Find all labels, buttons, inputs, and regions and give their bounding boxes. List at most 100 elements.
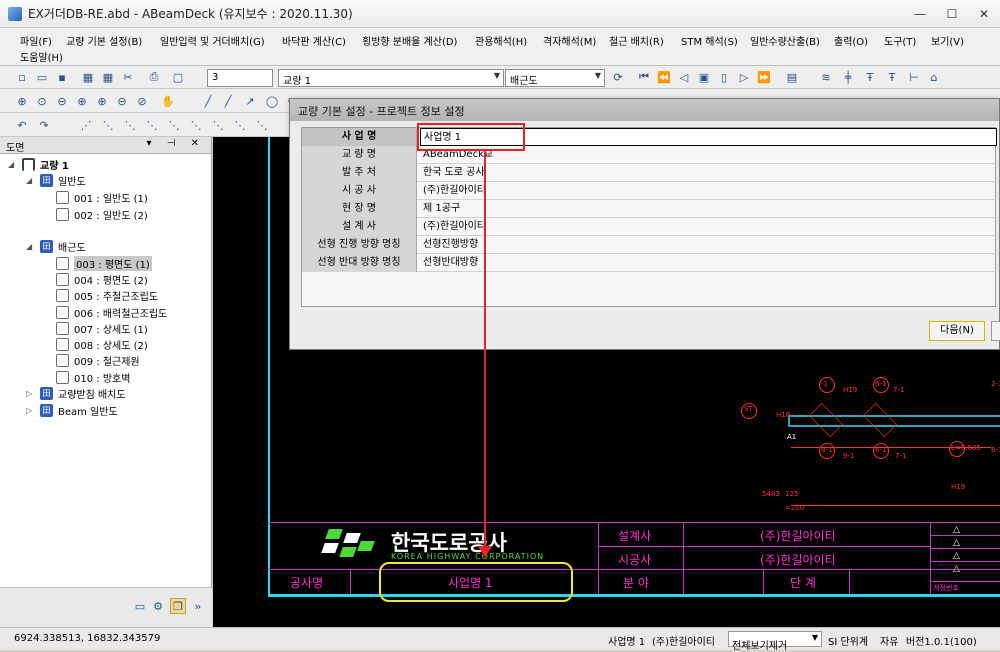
- reverse-direction-cell[interactable]: 선형반대방향: [420, 254, 478, 272]
- tree-node[interactable]: ◢ 田 배근도: [26, 239, 86, 254]
- menu-file[interactable]: 파일(F): [20, 33, 52, 48]
- circle-icon[interactable]: ◯: [264, 93, 280, 109]
- designer-cell[interactable]: (주)한길아이티: [420, 218, 486, 236]
- next-fast-icon[interactable]: ⏩: [756, 69, 772, 85]
- bridge-combo[interactable]: 교량 1 ▼: [278, 69, 504, 87]
- maximize-icon[interactable]: ☐: [936, 0, 968, 28]
- erase-icon[interactable]: ⌂: [926, 69, 942, 85]
- menu-quantity[interactable]: 일반수량산출(B): [750, 33, 820, 48]
- arrow-icon[interactable]: ↗: [242, 93, 258, 109]
- tree-node[interactable]: 007 : 상세도 (1): [56, 321, 148, 336]
- zoom-extents-icon[interactable]: ⊙: [34, 93, 50, 109]
- close-icon[interactable]: ✕: [968, 0, 1000, 28]
- tree-node[interactable]: 005 : 주철근조립도: [56, 288, 158, 303]
- tree-node-selected[interactable]: 003 : 평면도 (1): [56, 256, 152, 271]
- snap5-icon[interactable]: ⋱: [166, 117, 182, 133]
- print-icon[interactable]: ⎙: [146, 69, 162, 85]
- menu-bridge-basic[interactable]: 교량 기본 설정(B): [66, 33, 142, 48]
- undo-icon[interactable]: ↶: [14, 117, 30, 133]
- next-icon[interactable]: ▷: [736, 69, 752, 85]
- snap2-icon[interactable]: ⋱: [100, 117, 116, 133]
- line-icon[interactable]: ╱: [200, 93, 216, 109]
- forward-direction-cell[interactable]: 선형진행방향: [420, 236, 478, 254]
- menu-output[interactable]: 출력(O): [834, 33, 868, 48]
- panel-controls[interactable]: ▾ ⊣ ✕: [147, 138, 205, 149]
- folder-open-icon[interactable]: ▭: [132, 598, 148, 614]
- snap7-icon[interactable]: ⋱: [210, 117, 226, 133]
- layers-icon[interactable]: ≋: [818, 69, 834, 85]
- new-icon[interactable]: ▫: [14, 69, 30, 85]
- tree-node[interactable]: ◢ 교량 1: [8, 157, 69, 172]
- layout-icon[interactable]: ▤: [784, 69, 800, 85]
- collapse-icon[interactable]: ◢: [8, 160, 18, 169]
- first-icon[interactable]: ⏮: [636, 69, 652, 85]
- number-field[interactable]: 3: [207, 69, 273, 87]
- snap9-icon[interactable]: ⋱: [254, 117, 270, 133]
- client-cell[interactable]: 한국 도로 공사: [420, 164, 485, 182]
- zoom-realtime-icon[interactable]: ⊘: [134, 93, 150, 109]
- menu-deck-calc[interactable]: 바닥판 계산(C): [282, 33, 346, 48]
- zoom-prev-icon[interactable]: ⊖: [54, 93, 70, 109]
- redo-icon[interactable]: ↷: [36, 117, 52, 133]
- format-icon[interactable]: Ŧ: [884, 69, 900, 85]
- more-icon[interactable]: »: [190, 598, 206, 614]
- export-icon[interactable]: ▦: [80, 69, 96, 85]
- tool-icon[interactable]: ⚙: [150, 598, 166, 614]
- snap3-icon[interactable]: ⋱: [122, 117, 138, 133]
- tree-node[interactable]: ▷ 田 Beam 일반도: [26, 403, 118, 418]
- zoom-in-icon[interactable]: ⊕: [74, 93, 90, 109]
- tree-node[interactable]: ▷ 田 교량받침 배치도: [26, 386, 126, 401]
- tree-node[interactable]: 001 : 일반도 (1): [56, 190, 148, 205]
- collapse-icon[interactable]: ◢: [26, 176, 36, 185]
- save-icon[interactable]: ▪: [54, 69, 70, 85]
- secondary-button[interactable]: [991, 321, 1000, 341]
- polyline-icon[interactable]: ╱: [220, 93, 236, 109]
- menu-grid-analysis[interactable]: 격자해석(M): [543, 33, 596, 48]
- menu-tools[interactable]: 도구(T): [884, 33, 916, 48]
- snap4-icon[interactable]: ⋱: [144, 117, 160, 133]
- site-cell[interactable]: 제 1공구: [420, 200, 460, 218]
- menu-conventional[interactable]: 관용해석(H): [475, 33, 527, 48]
- zoom-out-icon[interactable]: ⊖: [114, 93, 130, 109]
- menu-rebar[interactable]: 철근 배치(R): [609, 33, 664, 48]
- zoom-window-icon[interactable]: ⊕: [14, 93, 30, 109]
- builder-cell[interactable]: (주)한길아이티: [420, 182, 486, 200]
- cut-icon[interactable]: ✂: [120, 69, 136, 85]
- menu-general-input[interactable]: 일반입력 및 거더배치(G): [160, 33, 265, 48]
- view-combo[interactable]: 전체보기제거 ▼: [728, 631, 822, 652]
- text-icon[interactable]: Ŧ: [862, 69, 878, 85]
- zoom-in2-icon[interactable]: ⊕: [94, 93, 110, 109]
- open-icon[interactable]: ▭: [34, 69, 50, 85]
- menu-transverse[interactable]: 횡방향 분배율 계산(D): [362, 33, 457, 48]
- align-icon[interactable]: ╪: [840, 69, 856, 85]
- menu-help[interactable]: 도움말(H): [20, 49, 63, 64]
- snap6-icon[interactable]: ⋱: [188, 117, 204, 133]
- export2-icon[interactable]: ▦: [100, 69, 116, 85]
- next-button[interactable]: 다음(N): [929, 321, 985, 341]
- expand-icon[interactable]: ▷: [26, 406, 36, 415]
- page-icon[interactable]: ▢: [170, 69, 186, 85]
- expand-icon[interactable]: ▷: [26, 389, 36, 398]
- tree-node[interactable]: ◢ 田 일반도: [26, 173, 86, 188]
- prev-icon[interactable]: ◁: [676, 69, 692, 85]
- dimension-icon[interactable]: ⊢: [906, 69, 922, 85]
- tree-node[interactable]: 002 : 일반도 (2): [56, 207, 148, 222]
- menu-stm[interactable]: STM 해석(S): [681, 33, 738, 48]
- copy-icon[interactable]: ❐: [170, 598, 186, 614]
- snap8-icon[interactable]: ⋱: [232, 117, 248, 133]
- tree-node[interactable]: 008 : 상세도 (2): [56, 337, 148, 352]
- drawing-combo[interactable]: 배근도 ▼: [505, 69, 605, 87]
- tree-node[interactable]: 009 : 철근제원: [56, 353, 140, 368]
- prev-fast-icon[interactable]: ⏪: [656, 69, 672, 85]
- refresh-icon[interactable]: ⟳: [610, 69, 626, 85]
- tree-node[interactable]: 010 : 방호벽: [56, 370, 130, 385]
- page-view-icon[interactable]: ▯: [716, 69, 732, 85]
- menu-view[interactable]: 보기(V): [931, 33, 964, 48]
- pan-hand-icon[interactable]: ✋: [160, 93, 176, 109]
- tree-node[interactable]: 004 : 평면도 (2): [56, 272, 148, 287]
- preview-icon[interactable]: ▣: [696, 69, 712, 85]
- tree-node[interactable]: 006 : 배력철근조립도: [56, 305, 167, 320]
- snap1-icon[interactable]: ⋰: [78, 117, 94, 133]
- collapse-icon[interactable]: ◢: [26, 242, 36, 251]
- minimize-icon[interactable]: —: [904, 0, 936, 28]
